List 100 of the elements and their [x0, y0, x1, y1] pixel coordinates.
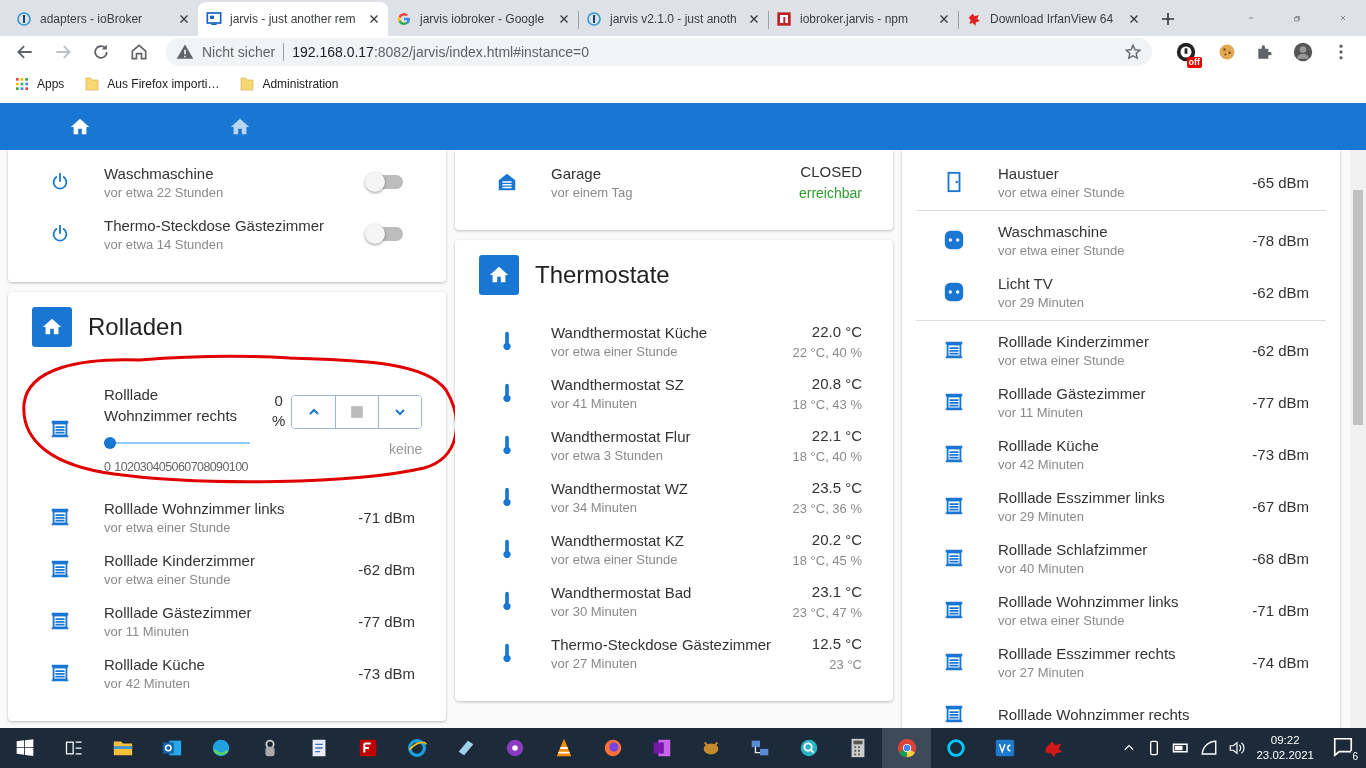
scrollbar[interactable]	[1350, 150, 1366, 728]
address-bar[interactable]: Nicht sicher 192.168.0.17:8082/jarvis/index.html#instance=0	[166, 38, 1152, 66]
cookie-icon[interactable]	[1217, 42, 1237, 62]
slider-tick-label: 70	[190, 460, 204, 474]
slider-tick-label: 20	[127, 460, 140, 474]
setpoint-humidity: 23 °C, 36 %	[792, 500, 862, 516]
device-name: Wandthermostat KZ	[551, 531, 685, 549]
signal-value: -62 dBm	[1252, 283, 1309, 301]
last-update-time: vor etwa einer Stunde	[998, 184, 1126, 200]
blinds-icon	[49, 418, 71, 440]
slider-tick-label: 0	[104, 460, 111, 474]
taskbar-app[interactable]	[882, 728, 931, 768]
last-update-time: vor 41 Minuten	[551, 395, 638, 411]
security-label: Nicht sicher	[202, 44, 276, 60]
chrome-icon	[895, 737, 918, 759]
device-name: Rolllade Küche	[104, 655, 206, 673]
wifi-icon[interactable]	[1200, 739, 1219, 757]
puzzle-icon[interactable]	[1255, 42, 1275, 62]
device-name: Thermo-Steckdose Gästezimmer	[551, 635, 773, 653]
reload-icon[interactable]	[91, 42, 111, 62]
last-update-time: vor 29 Minuten	[998, 508, 1085, 524]
signal-value: -62 dBm	[1252, 341, 1309, 359]
last-update-time: vor 11 Minuten	[998, 404, 1085, 420]
device-name: Thermo-Steckdose Gästezimmer	[104, 216, 326, 234]
last-update-time: vor 42 Minuten	[998, 456, 1085, 472]
device-name: Rolllade Kinderzimmer	[998, 332, 1150, 350]
device-name: Rolllade Wohnzimmer rechts	[998, 705, 1191, 723]
state-value: CLOSED	[800, 163, 862, 180]
slider-tick-label: 10	[114, 460, 128, 474]
signal-value: -77 dBm	[1252, 393, 1309, 411]
last-update-time: vor etwa einer Stunde	[998, 612, 1126, 628]
last-update-time: vor einem Tag	[551, 184, 634, 200]
new-tab-icon[interactable]	[1160, 11, 1176, 27]
url-text: 192.168.0.17:8082/jarvis/index.html#instance=0	[292, 44, 590, 60]
signal-value: -62 dBm	[358, 560, 415, 578]
slider-thumb[interactable]	[104, 437, 116, 449]
last-update-time: vor 30 Minuten	[551, 603, 638, 619]
notification-count: 6	[1351, 751, 1359, 762]
site-icon	[16, 11, 32, 27]
globe-icon	[405, 737, 428, 759]
bookmark[interactable]: Aus Firefox importi…	[84, 76, 220, 92]
device-name: Rolllade Esszimmer links	[998, 488, 1166, 506]
star-icon[interactable]	[1124, 43, 1142, 61]
blinds-icon	[943, 495, 965, 517]
avatar-icon[interactable]	[1293, 42, 1313, 62]
last-update-time: vor 34 Minuten	[551, 499, 638, 515]
browser-tab[interactable]: Download IrfanView 64	[958, 2, 1148, 36]
temperature-value: 20.2 °C	[811, 530, 862, 548]
close-icon[interactable]	[558, 13, 570, 25]
device-name: Rolllade Küche	[998, 436, 1100, 454]
browser-tab[interactable]: jarvis - just another rem	[198, 2, 388, 36]
slider-tick-label: 50	[165, 460, 178, 474]
signal-value: -71 dBm	[1252, 601, 1309, 619]
blinds-icon	[49, 610, 71, 632]
clock[interactable]: 09:22 23.02.2021	[1256, 733, 1314, 763]
folder-icon	[239, 76, 256, 92]
slider-tick-label: 60	[177, 460, 191, 474]
site-icon	[776, 11, 792, 27]
speaker-icon[interactable]	[1228, 739, 1247, 757]
setpoint-humidity: 18 °C, 45 %	[792, 552, 862, 568]
blinds-icon	[943, 651, 965, 673]
signal-value: -73 dBm	[1252, 445, 1309, 463]
garage-icon	[496, 171, 518, 193]
clock-time: 09:22	[1270, 733, 1300, 748]
last-update-time: vor etwa 22 Stunden	[104, 184, 225, 200]
blinds-icon	[943, 443, 965, 465]
last-update-time: vor etwa einer Stunde	[998, 352, 1126, 368]
signal-value: -77 dBm	[358, 612, 415, 630]
socket-icon	[943, 229, 965, 251]
signal-value: -68 dBm	[1252, 549, 1309, 567]
toggle-switch[interactable]	[367, 175, 403, 189]
setpoint-humidity: 23 °C	[829, 656, 862, 672]
signal-value: -65 dBm	[1252, 173, 1309, 191]
slider-tick-label: 100	[228, 460, 248, 474]
browser-tab[interactable]: jarvis iobroker - Google	[388, 2, 578, 36]
browser-tab[interactable]: iobroker.jarvis - npm	[768, 2, 958, 36]
slider-tick-label: 90	[216, 460, 229, 474]
browser-tab[interactable]: jarvis v2.1.0 - just anoth	[578, 2, 768, 36]
temperature-value: 12.5 °C	[811, 634, 862, 652]
close-icon[interactable]	[748, 13, 760, 25]
toggle-switch[interactable]	[367, 227, 403, 241]
last-update-time: vor etwa einer Stunde	[998, 242, 1126, 258]
close-icon[interactable]	[1128, 13, 1140, 25]
bookmark[interactable]: Administration	[239, 76, 339, 92]
home-icon[interactable]	[129, 42, 149, 62]
browser-tab[interactable]: adapters - ioBroker	[8, 2, 198, 36]
bookmark[interactable]: Apps	[14, 76, 65, 92]
site-icon	[396, 11, 412, 27]
signal-value: -73 dBm	[358, 664, 415, 682]
device-name: Rolllade Wohnzimmer links	[104, 499, 286, 517]
close-icon[interactable]	[368, 13, 380, 25]
position-slider[interactable]	[104, 436, 250, 450]
last-update-time: vor etwa einer Stunde	[104, 571, 232, 587]
close-icon[interactable]	[178, 13, 190, 25]
notification-button[interactable]: 6	[1332, 736, 1356, 760]
slider-tick-label: 80	[203, 460, 217, 474]
last-update-time: vor etwa 14 Stunden	[104, 236, 225, 252]
clock-date: 23.02.2021	[1256, 748, 1314, 763]
close-icon[interactable]	[938, 13, 950, 25]
device-name: Wandthermostat Küche	[551, 323, 709, 341]
